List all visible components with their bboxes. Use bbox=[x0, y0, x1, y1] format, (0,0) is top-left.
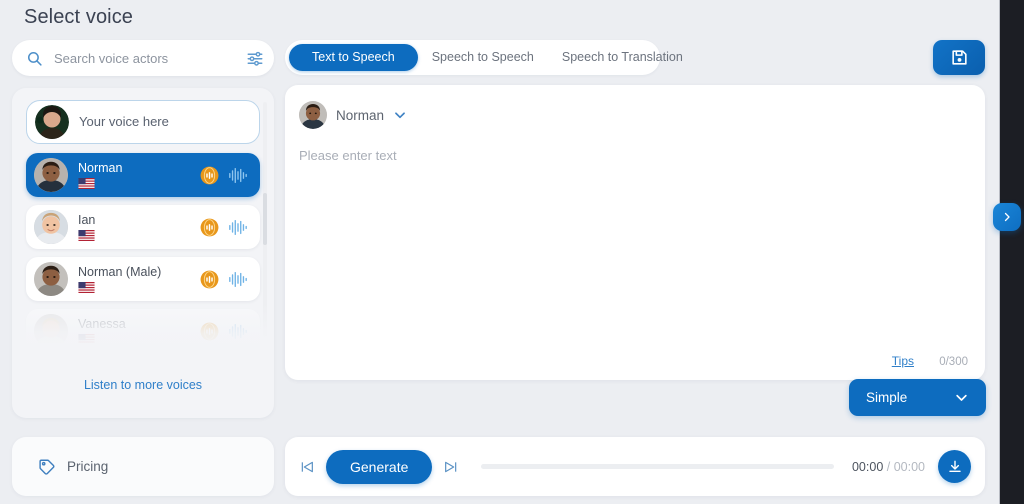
generate-button[interactable]: Generate bbox=[326, 449, 433, 484]
panel-expand-tab[interactable] bbox=[993, 203, 1021, 231]
skip-to-start-icon[interactable] bbox=[299, 459, 315, 475]
playback-time: 00:00 / 00:00 bbox=[852, 460, 925, 474]
tab-speech-to-speech[interactable]: Speech to Speech bbox=[418, 44, 548, 71]
search-bar[interactable] bbox=[12, 40, 274, 76]
flag-us-icon bbox=[78, 178, 95, 189]
waveform-icon[interactable] bbox=[228, 323, 248, 340]
your-voice-label: Your voice here bbox=[79, 115, 169, 129]
tips-link[interactable]: Tips bbox=[892, 354, 914, 368]
voice-list-scroll[interactable]: Your voice here Norman Ian Norman (Male)… bbox=[12, 88, 274, 343]
avatar bbox=[34, 314, 68, 343]
download-icon bbox=[948, 460, 961, 472]
voice-row-icons bbox=[200, 166, 248, 185]
right-dark-strip bbox=[1000, 0, 1024, 504]
page-title: Select voice bbox=[24, 6, 134, 28]
search-input[interactable] bbox=[52, 49, 240, 67]
avatar bbox=[34, 158, 68, 192]
voice-row-norman-male[interactable]: Norman (Male) bbox=[26, 257, 260, 301]
tab-speech-to-translation[interactable]: Speech to Translation bbox=[548, 44, 697, 71]
your-voice-meta: Your voice here bbox=[79, 115, 247, 129]
right-strip-divider bbox=[999, 0, 1000, 504]
time-separator: / bbox=[886, 459, 891, 474]
text-editor-card: Norman Please enter text Tips 0/300 bbox=[285, 85, 985, 380]
floppy-save-icon bbox=[951, 50, 967, 65]
avatar bbox=[299, 101, 327, 129]
character-counter: 0/300 bbox=[939, 356, 968, 368]
sliders-filter-icon[interactable] bbox=[246, 49, 264, 67]
text-input-placeholder[interactable]: Please enter text bbox=[299, 148, 397, 163]
coin-token-icon[interactable] bbox=[200, 270, 219, 289]
voice-row-ian[interactable]: Ian bbox=[26, 205, 260, 249]
voice-list-scrollbar-thumb[interactable] bbox=[263, 193, 267, 245]
mode-simple-label: Simple bbox=[866, 390, 908, 405]
voice-name: Norman (Male) bbox=[78, 265, 162, 279]
voice-row-icons bbox=[200, 218, 248, 237]
voice-row-vanessa[interactable]: Vanessa bbox=[26, 309, 260, 343]
waveform-icon[interactable] bbox=[228, 271, 248, 288]
avatar bbox=[34, 210, 68, 244]
listen-to-more-voices-link[interactable]: Listen to more voices bbox=[12, 378, 274, 392]
voice-list-panel: Your voice here Norman Ian Norman (Male)… bbox=[12, 88, 274, 418]
skip-to-end-icon[interactable] bbox=[443, 459, 459, 475]
avatar bbox=[34, 262, 68, 296]
price-tag-icon bbox=[39, 459, 55, 475]
save-button[interactable] bbox=[933, 40, 985, 75]
waveform-icon[interactable] bbox=[228, 219, 248, 236]
left-panel: Your voice here bbox=[12, 40, 274, 418]
chevron-down-icon[interactable] bbox=[393, 108, 407, 122]
voice-name: Ian bbox=[78, 213, 96, 227]
mode-simple-button[interactable]: Simple bbox=[849, 379, 986, 416]
voice-meta: Vanessa bbox=[78, 317, 200, 343]
voice-name: Norman bbox=[78, 161, 123, 175]
flag-us-icon bbox=[78, 282, 95, 293]
total-time: 00:00 bbox=[893, 459, 925, 474]
pricing-label: Pricing bbox=[67, 459, 109, 474]
coin-token-icon[interactable] bbox=[200, 218, 219, 237]
waveform-icon[interactable] bbox=[228, 167, 248, 184]
voice-row-icons bbox=[200, 270, 248, 289]
voice-meta: Norman (Male) bbox=[78, 265, 200, 293]
editor-voice-selector[interactable]: Norman bbox=[299, 101, 407, 129]
voice-meta: Norman bbox=[78, 161, 200, 189]
voice-row-norman[interactable]: Norman bbox=[26, 153, 260, 197]
coin-token-icon[interactable] bbox=[200, 322, 219, 341]
your-voice-row[interactable]: Your voice here bbox=[26, 100, 260, 144]
chevron-right-icon bbox=[1004, 212, 1010, 222]
search-icon bbox=[27, 51, 42, 66]
coin-token-icon[interactable] bbox=[200, 166, 219, 185]
voice-name: Vanessa bbox=[78, 317, 126, 331]
app-root: Select voice Search voice actors Your vo… bbox=[0, 0, 1024, 504]
flag-us-icon bbox=[78, 334, 95, 343]
pricing-card[interactable]: Pricing bbox=[12, 437, 274, 496]
avatar bbox=[35, 105, 69, 139]
mode-tabs: Text to Speech Speech to Speech Speech t… bbox=[285, 40, 683, 75]
voice-row-icons bbox=[200, 322, 248, 341]
playback-progress-slider[interactable] bbox=[481, 464, 834, 469]
current-time: 00:00 bbox=[851, 459, 884, 474]
chevron-down-icon bbox=[956, 394, 967, 401]
voice-meta: Ian bbox=[78, 213, 200, 241]
editor-voice-name: Norman bbox=[336, 107, 385, 123]
flag-us-icon bbox=[78, 230, 95, 241]
download-button[interactable] bbox=[938, 450, 971, 483]
tab-text-to-speech[interactable]: Text to Speech bbox=[289, 44, 418, 71]
player-bar: Generate 00:00 / 00:00 bbox=[285, 437, 985, 496]
